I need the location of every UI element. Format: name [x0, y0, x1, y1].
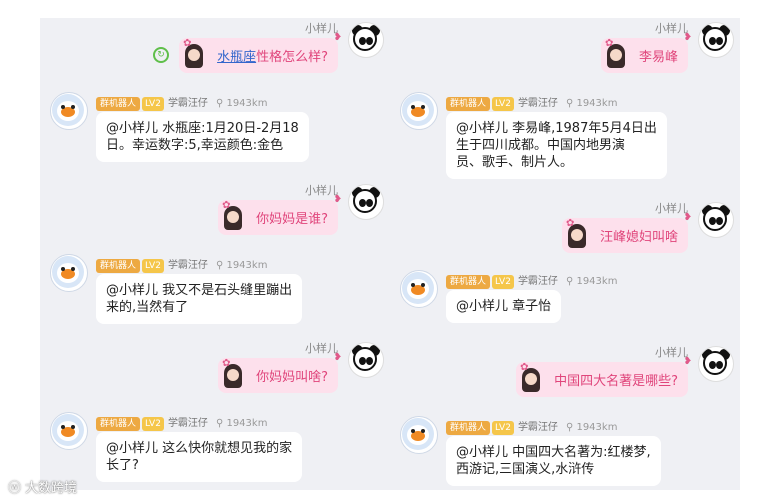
level-tag: LV2	[492, 421, 514, 435]
bow-icon: ❥	[683, 356, 692, 367]
bot-message: 群机器人 LV2 学霸汪仔 ⚲ 1943km @小样儿 我又不是石头缝里蹦出 来的,当…	[40, 254, 390, 344]
dog-avatar[interactable]	[50, 92, 88, 130]
bot-name: 学霸汪仔	[517, 276, 558, 287]
panda-avatar[interactable]	[698, 346, 734, 382]
panda-avatar[interactable]	[348, 22, 384, 58]
bot-meta: 群机器人 LV2 学霸汪仔 ⚲ 1943km	[96, 256, 267, 273]
user-message: 小样儿 ✿ 李易峰 ❥	[390, 20, 740, 80]
bot-meta: 群机器人 LV2 学霸汪仔 ⚲ 1943km	[96, 94, 267, 111]
bow-icon: ❥	[683, 212, 692, 223]
bow-icon: ❥	[333, 32, 342, 43]
bot-name: 学霸汪仔	[167, 260, 208, 271]
dog-avatar[interactable]	[50, 254, 88, 292]
question-text: 中国四大名著是哪些?	[554, 374, 678, 389]
level-tag: LV2	[142, 97, 164, 111]
bot-name: 学霸汪仔	[517, 98, 558, 109]
voice-icon[interactable]: ↻	[153, 47, 170, 63]
panda-avatar[interactable]	[348, 342, 384, 378]
user-message: 小样儿 ↻ ✿ 水瓶座性格怎么样? ❥	[40, 20, 390, 80]
bot-name: 学霸汪仔	[517, 422, 558, 433]
bot-message: 群机器人 LV2 学霸汪仔 ⚲ 1943km @小样儿 中国四大名著为:红楼梦, 西游…	[390, 416, 740, 490]
bot-bubble: @小样儿 这么快你就想见我的家 长了?	[96, 432, 303, 482]
bot-bubble: @小样儿 我又不是石头缝里蹦出 来的,当然有了	[96, 274, 303, 324]
robot-tag: 群机器人	[96, 259, 141, 273]
bot-meta: 群机器人 LV2 学霸汪仔 ⚲ 1943km	[96, 414, 267, 431]
level-tag: LV2	[492, 275, 514, 289]
level-tag: LV2	[142, 259, 164, 273]
level-tag: LV2	[492, 97, 514, 111]
watermark: ⓦ 大数跨境	[8, 481, 78, 496]
girl-icon: ✿	[222, 358, 244, 390]
bot-meta: 群机器人 LV2 学霸汪仔 ⚲ 1943km	[446, 94, 617, 111]
bot-message: 群机器人 LV2 学霸汪仔 ⚲ 1943km @小样儿 李易峰,1987年5月4日出 …	[390, 92, 740, 198]
bot-bubble: @小样儿 李易峰,1987年5月4日出 生于四川成都。中国内地男演 员、歌手、制…	[446, 112, 667, 179]
bot-bubble: @小样儿 中国四大名著为:红楼梦, 西游记,三国演义,水浒传	[446, 436, 661, 486]
user-message: 小样儿 ✿ 你妈妈是谁? ❥	[40, 182, 390, 242]
bot-meta: 群机器人 LV2 学霸汪仔 ⚲ 1943km	[446, 418, 617, 435]
robot-tag: 群机器人	[446, 275, 491, 289]
location-distance: ⚲ 1943km	[565, 422, 618, 433]
question-text: 性格怎么样?	[256, 50, 328, 65]
panda-avatar[interactable]	[698, 22, 734, 58]
user-message: 小样儿 ✿ 中国四大名著是哪些? ❥	[390, 344, 740, 404]
dog-avatar[interactable]	[400, 92, 438, 130]
dog-avatar[interactable]	[50, 412, 88, 450]
user-message: 小样儿 ✿ 汪峰媳妇叫啥 ❥	[390, 200, 740, 260]
girl-icon: ✿	[222, 200, 244, 232]
chat-panel-right: 小样儿 ✿ 李易峰 ❥ 群机器人 LV2 学霸汪仔 ⚲ 1943km @小样儿 李易峰…	[390, 18, 740, 490]
bow-icon: ❥	[333, 352, 342, 363]
constellation-link[interactable]: 水瓶座	[217, 50, 256, 65]
robot-tag: 群机器人	[96, 97, 141, 111]
robot-tag: 群机器人	[96, 417, 141, 431]
question-text: 你妈妈是谁?	[256, 212, 328, 227]
location-distance: ⚲ 1943km	[215, 418, 268, 429]
dog-avatar[interactable]	[400, 416, 438, 454]
user-bubble: ✿ 你妈妈叫啥? ❥	[218, 352, 342, 393]
location-distance: ⚲ 1943km	[215, 98, 268, 109]
bot-bubble: @小样儿 水瓶座:1月20日-2月18 日。幸运数字:5,幸运颜色:金色	[96, 112, 309, 162]
panda-avatar[interactable]	[698, 202, 734, 238]
user-bubble: ✿ 汪峰媳妇叫啥 ❥	[561, 212, 692, 253]
user-bubble: ✿ 你妈妈是谁? ❥	[218, 194, 342, 235]
robot-tag: 群机器人	[446, 421, 491, 435]
bot-message: 群机器人 LV2 学霸汪仔 ⚲ 1943km @小样儿 这么快你就想见我的家 长了?	[40, 412, 390, 490]
girl-icon: ✿	[183, 38, 205, 70]
location-distance: ⚲ 1943km	[565, 98, 618, 109]
girl-icon: ✿	[566, 218, 588, 250]
question-text: 汪峰媳妇叫啥	[599, 230, 678, 245]
location-distance: ⚲ 1943km	[215, 260, 268, 271]
bot-name: 学霸汪仔	[167, 418, 208, 429]
user-bubble: ↻ ✿ 水瓶座性格怎么样? ❥	[153, 32, 342, 73]
bot-name: 学霸汪仔	[167, 98, 208, 109]
bow-icon: ❥	[683, 32, 692, 43]
panda-avatar[interactable]	[348, 184, 384, 220]
chat-panel-left: 小样儿 ↻ ✿ 水瓶座性格怎么样? ❥ 群机器人 LV2 学霸汪仔 ⚲ 1943km …	[40, 18, 390, 490]
girl-icon: ✿	[605, 38, 627, 70]
level-tag: LV2	[142, 417, 164, 431]
girl-icon: ✿	[520, 362, 542, 394]
user-message: 小样儿 ✿ 你妈妈叫啥? ❥	[40, 340, 390, 400]
bot-message: 群机器人 LV2 学霸汪仔 ⚲ 1943km @小样儿 章子怡	[390, 270, 740, 340]
user-bubble: ✿ 中国四大名著是哪些? ❥	[516, 356, 692, 397]
bot-bubble: @小样儿 章子怡	[446, 290, 562, 323]
robot-tag: 群机器人	[446, 97, 491, 111]
question-text: 你妈妈叫啥?	[256, 370, 328, 385]
question-text: 李易峰	[638, 50, 678, 65]
bot-message: 群机器人 LV2 学霸汪仔 ⚲ 1943km @小样儿 水瓶座:1月20日-2月18 …	[40, 92, 390, 182]
dog-avatar[interactable]	[400, 270, 438, 308]
bow-icon: ❥	[333, 194, 342, 205]
location-distance: ⚲ 1943km	[565, 276, 618, 287]
bot-meta: 群机器人 LV2 学霸汪仔 ⚲ 1943km	[446, 272, 617, 289]
user-bubble: ✿ 李易峰 ❥	[600, 32, 692, 73]
